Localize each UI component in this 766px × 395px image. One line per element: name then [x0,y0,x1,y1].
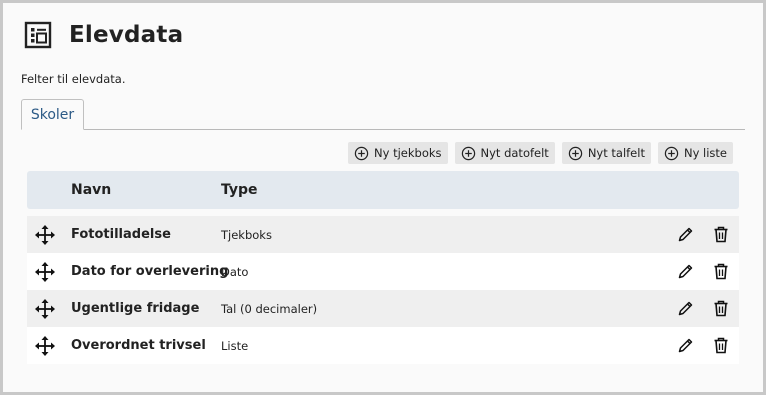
plus-circle-icon [664,146,679,160]
plus-circle-icon [568,146,583,160]
pencil-icon[interactable] [677,226,694,243]
page-frame: Elevdata Felter til elevdata. Skoler Ny … [0,0,766,395]
table-row: Fototilladelse Tjekboks [27,216,739,253]
table-row: Overordnet trivsel Liste [27,327,739,364]
pencil-icon[interactable] [677,337,694,354]
pencil-icon[interactable] [677,300,694,317]
tab-skoler[interactable]: Skoler [21,99,84,130]
row-type: Liste [221,339,249,353]
pencil-icon[interactable] [677,263,694,280]
drag-handle-icon[interactable] [35,299,55,319]
trash-icon[interactable] [713,300,729,317]
page-title: Elevdata [69,22,184,48]
table-row: Ugentlige fridage Tal (0 decimaler) [27,290,739,327]
row-type: Tal (0 decimaler) [221,302,318,316]
row-name: Fototilladelse [71,227,171,242]
new-list-button[interactable]: Ny liste [657,142,733,164]
drag-handle-icon[interactable] [35,336,55,356]
row-name: Dato for overlevering [71,264,229,279]
trash-icon[interactable] [713,226,729,243]
new-number-field-button[interactable]: Nyt talfelt [561,142,651,164]
page-description: Felter til elevdata. [21,72,126,86]
drag-handle-icon[interactable] [35,262,55,282]
tab-bar: Skoler [21,99,745,130]
list-form-icon [24,21,52,49]
new-number-field-label: Nyt talfelt [587,146,645,160]
row-name: Overordnet trivsel [71,338,206,353]
trash-icon[interactable] [713,337,729,354]
table-body: Fototilladelse Tjekboks Dato for overlev… [27,216,739,364]
table-row: Dato for overlevering Dato [27,253,739,290]
field-toolbar: Ny tjekboks Nyt datofelt Nyt talfelt Ny … [348,142,733,164]
new-checkbox-label: Ny tjekboks [374,146,442,160]
row-name: Ugentlige fridage [71,301,200,316]
trash-icon[interactable] [713,263,729,280]
new-checkbox-button[interactable]: Ny tjekboks [348,142,448,164]
plus-circle-icon [461,146,475,160]
page-header: Elevdata [24,19,183,51]
column-header-type: Type [221,182,258,198]
row-type: Dato [221,265,249,279]
new-date-field-label: Nyt datofelt [480,146,549,160]
new-date-field-button[interactable]: Nyt datofelt [454,142,555,164]
table-header: Navn Type [27,171,739,209]
row-type: Tjekboks [221,228,272,242]
new-list-label: Ny liste [683,146,727,160]
fields-table: Navn Type Fototilladelse Tjekboks Dato f… [27,171,739,364]
column-header-name: Navn [71,182,112,198]
plus-circle-icon [354,146,369,160]
drag-handle-icon[interactable] [35,225,55,245]
